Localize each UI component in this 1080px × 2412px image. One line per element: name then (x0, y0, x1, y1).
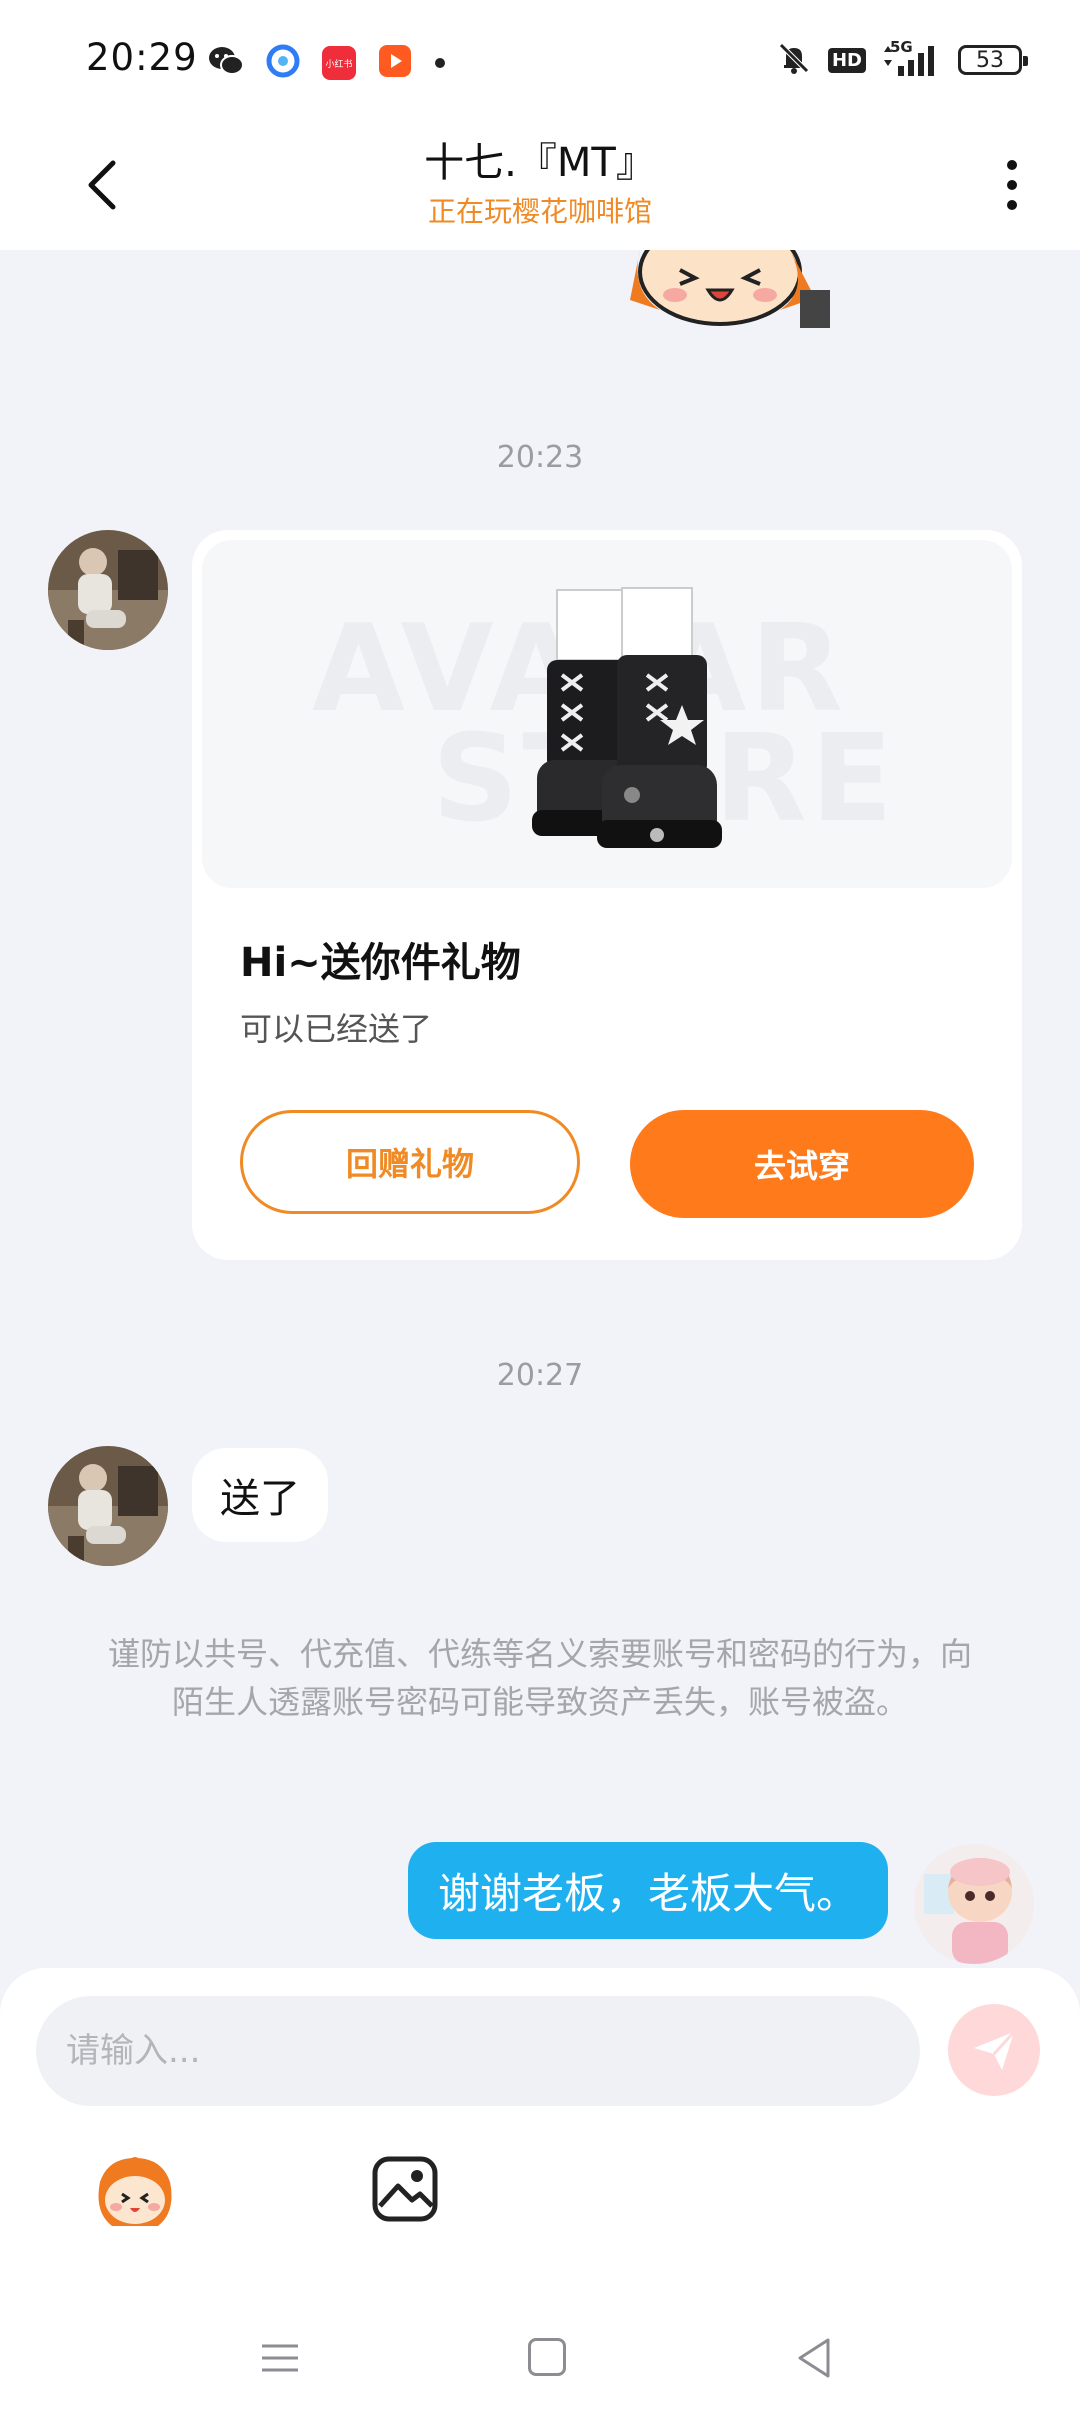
input-panel (0, 1968, 1080, 2298)
xiaohongshu-label: 小红书 (325, 59, 353, 70)
send-button[interactable] (948, 2004, 1040, 2096)
avatar[interactable] (48, 1446, 168, 1566)
chat-area[interactable]: 20:23 AVATAR STORE (0, 250, 1080, 1970)
gift-image: AVATAR STORE (202, 540, 1012, 888)
image-icon (372, 2156, 438, 2222)
status-right: HD 5G 53 (776, 38, 1028, 80)
triangle-back-icon (798, 2338, 830, 2378)
more-vertical-icon (1007, 160, 1017, 210)
message-bubble-left[interactable]: 送了 (192, 1448, 328, 1542)
more-button[interactable] (992, 150, 1032, 220)
sticker-button[interactable] (92, 2152, 178, 2232)
message-bubble-right[interactable]: 谢谢老板，老板大气。 (407, 1842, 888, 1939)
wechat-icon (208, 45, 244, 81)
video-icon (378, 44, 412, 82)
status-time: 20:29 (86, 36, 198, 79)
status-bar: 20:29 小红书 HD 5G 53 (0, 0, 1080, 120)
home-nav-button[interactable] (528, 2338, 566, 2376)
signal-icon: 5G (882, 38, 942, 78)
battery-icon: 53 (958, 45, 1028, 75)
back-nav-button[interactable] (794, 2336, 834, 2380)
avatar[interactable] (48, 530, 168, 650)
chat-title: 十七.『MT』 (424, 140, 656, 186)
boots-icon (532, 587, 722, 848)
timestamp: 20:23 (496, 440, 584, 475)
gift-card[interactable]: AVATAR STORE Hi~送你件礼物 可以已经送了 (192, 530, 1022, 1260)
dot-icon (434, 54, 446, 73)
browser-icon (266, 44, 300, 82)
image-button[interactable] (370, 2154, 440, 2224)
my-avatar[interactable] (914, 1844, 1034, 1964)
mute-icon (776, 40, 812, 80)
try-on-button[interactable]: 去试穿 (630, 1110, 974, 1218)
battery-level: 53 (976, 47, 1004, 73)
gift-description: 可以已经送了 (240, 1010, 433, 1048)
sticker-mascot-icon (98, 2157, 172, 2226)
menu-nav-button[interactable] (260, 2338, 300, 2378)
system-nav-bar (0, 2298, 1080, 2412)
send-icon (974, 2030, 1016, 2070)
hd-icon: HD (827, 47, 866, 73)
menu-icon (262, 2344, 298, 2372)
notification-icons: 小红书 (208, 44, 446, 82)
timestamp: 20:27 (496, 1358, 584, 1393)
safety-notice: 谨防以共号、代充值、代练等名义索要账号和密码的行为，向陌生人透露账号密码可能导致… (107, 1635, 972, 1721)
message-input[interactable] (36, 1996, 920, 2106)
gift-title: Hi~送你件礼物 (240, 940, 521, 986)
chat-header: 十七.『MT』 正在玩樱花咖啡馆 (0, 120, 1080, 250)
sticker-image (620, 250, 850, 328)
xiaohongshu-icon: 小红书 (322, 46, 356, 80)
chat-subtitle: 正在玩樱花咖啡馆 (427, 195, 652, 228)
return-gift-button[interactable]: 回赠礼物 (240, 1110, 580, 1214)
